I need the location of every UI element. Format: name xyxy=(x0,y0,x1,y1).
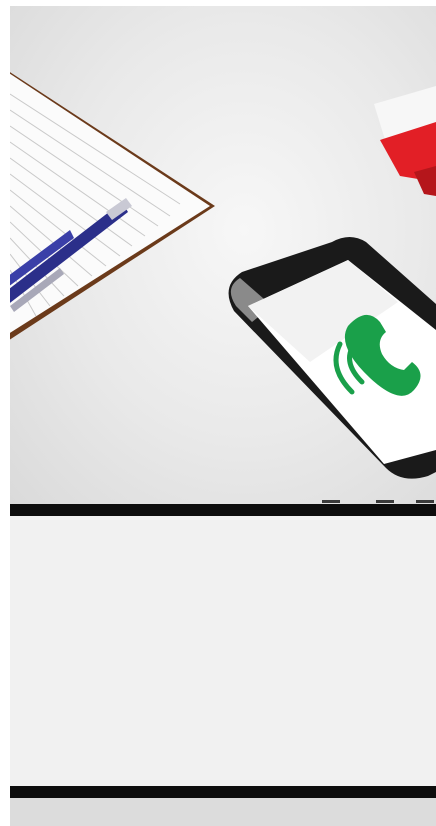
hero-banner xyxy=(10,6,436,504)
bottom-divider-bar xyxy=(10,786,436,798)
divider-tick xyxy=(416,500,434,503)
app-frame xyxy=(10,6,436,826)
envelope-icon xyxy=(374,86,436,196)
hero-illustration xyxy=(10,72,436,479)
content-panel xyxy=(10,516,436,786)
top-divider-bar xyxy=(10,504,436,516)
notepad-icon xyxy=(10,72,215,340)
smartphone-icon xyxy=(228,237,436,479)
divider-tick xyxy=(322,500,340,503)
divider-tick xyxy=(376,500,394,503)
footer-strip xyxy=(10,798,436,826)
